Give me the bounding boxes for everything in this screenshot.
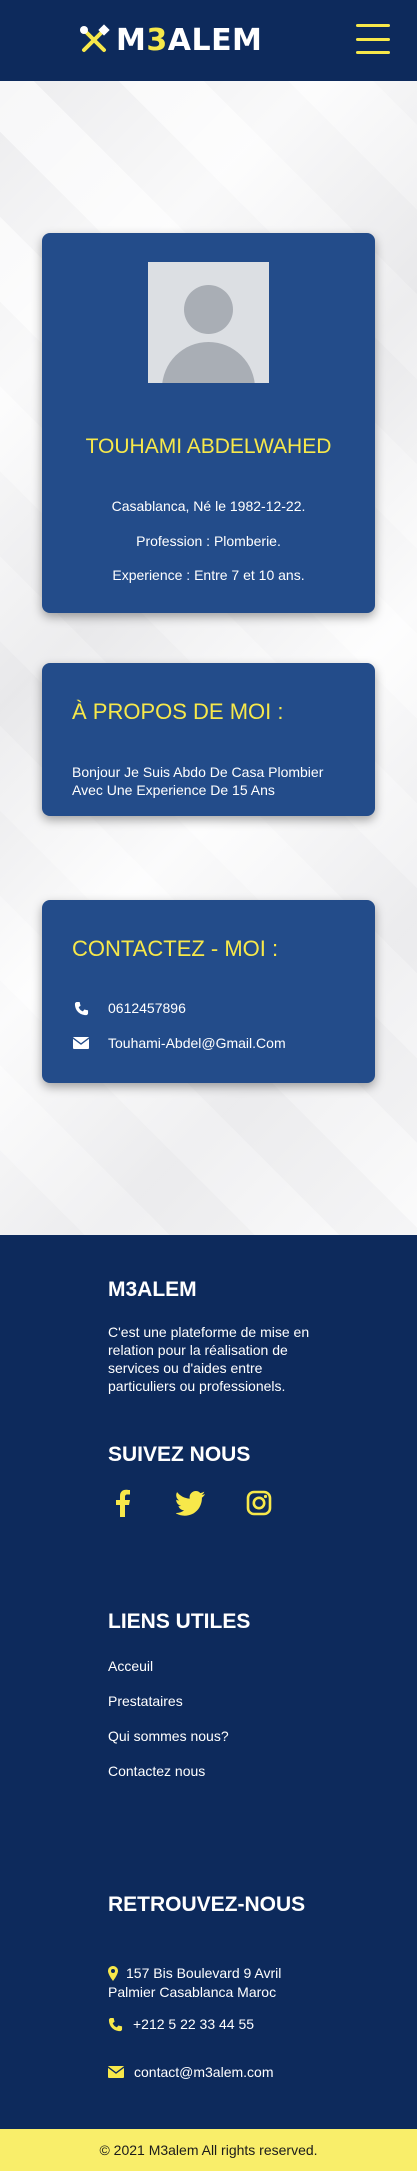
footer-email: contact@m3alem.com <box>134 2064 274 2080</box>
footer-link-acceuil[interactable]: Acceuil <box>108 1658 153 1674</box>
footer-link-about[interactable]: Qui sommes nous? <box>108 1728 229 1744</box>
instagram-icon[interactable] <box>244 1488 274 1518</box>
profile-experience: Experience : Entre 7 et 10 ans. <box>112 567 305 583</box>
footer-phone: +212 5 22 33 44 55 <box>133 2016 255 2032</box>
footer-link-prestataires[interactable]: Prestataires <box>108 1693 183 1709</box>
profile-profession: Profession : Plomberie. <box>136 533 281 549</box>
footer-description: C'est une plateforme de mise en relation… <box>108 1324 310 1394</box>
links-title: LIENS UTILES <box>108 1610 251 1633</box>
brand-logo[interactable]: M3ALEM <box>78 18 262 62</box>
contact-phone: 0612457896 <box>108 1000 186 1016</box>
footer-brand-title: M3ALEM <box>108 1278 197 1301</box>
find-us-title: RETROUVEZ-NOUS <box>108 1893 306 1916</box>
copyright-bar: © 2021 M3alem All rights reserved. <box>0 2129 417 2171</box>
map-pin-icon <box>108 1964 118 1983</box>
profile-name: TOUHAMI ABDELWAHED <box>85 435 332 458</box>
contact-card: CONTACTEZ - MOI : 0612457896 Touhami-Abd… <box>42 900 375 1083</box>
profile-location-birth: Casablanca, Né le 1982-12-22. <box>111 498 306 514</box>
hamburger-icon[interactable] <box>356 24 390 54</box>
about-title: À PROPOS DE MOI : <box>72 699 284 724</box>
contact-phone-row[interactable]: 0612457896 <box>72 1000 186 1016</box>
follow-title: SUIVEZ NOUS <box>108 1443 251 1466</box>
about-card: À PROPOS DE MOI : Bonjour Je Suis Abdo D… <box>42 663 375 816</box>
twitter-icon[interactable] <box>176 1488 206 1518</box>
site-header: M3ALEM <box>0 0 417 81</box>
social-links <box>108 1488 274 1518</box>
about-text: Bonjour Je Suis Abdo De Casa Plombier Av… <box>72 764 324 798</box>
footer-address: 157 Bis Boulevard 9 Avril Palmier Casabl… <box>108 1964 338 2002</box>
contact-email: Touhami-Abdel@Gmail.Com <box>108 1035 286 1051</box>
phone-icon <box>72 1000 90 1016</box>
footer-link-contact[interactable]: Contactez nous <box>108 1763 205 1779</box>
brand-name: M3ALEM <box>116 22 263 58</box>
footer-phone-row[interactable]: +212 5 22 33 44 55 <box>108 2016 254 2032</box>
facebook-icon[interactable] <box>108 1488 138 1518</box>
contact-title: CONTACTEZ - MOI : <box>72 936 279 961</box>
contact-email-row[interactable]: Touhami-Abdel@Gmail.Com <box>72 1035 286 1051</box>
envelope-icon <box>72 1035 90 1051</box>
tools-icon <box>78 24 110 56</box>
phone-icon <box>108 2017 123 2032</box>
address-line-1: 157 Bis Boulevard 9 Avril <box>126 1965 282 1981</box>
footer-email-row[interactable]: contact@m3alem.com <box>108 2064 273 2080</box>
address-line-2: Palmier Casablanca Maroc <box>108 1984 277 2000</box>
site-footer: M3ALEM C'est une plateforme de mise en r… <box>0 1235 417 2129</box>
envelope-icon <box>108 2066 124 2078</box>
profile-card: TOUHAMI ABDELWAHED Casablanca, Né le 198… <box>42 233 375 613</box>
avatar <box>148 262 269 383</box>
